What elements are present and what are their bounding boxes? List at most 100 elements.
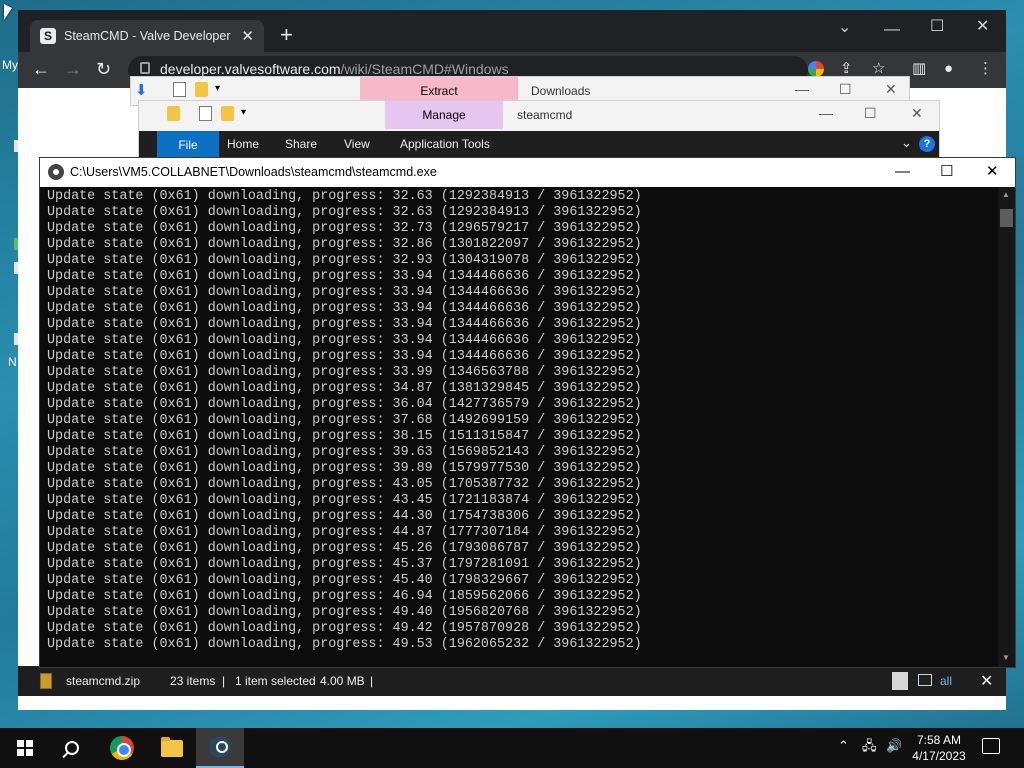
properties-icon[interactable]: [199, 106, 212, 121]
status-separator-2: |: [370, 674, 374, 688]
desktop-icon-label-top[interactable]: My: [2, 58, 18, 72]
forward-arrow-icon[interactable]: →: [64, 60, 82, 78]
lock-icon: [140, 62, 150, 74]
quick-access-folder-icon[interactable]: [167, 106, 180, 121]
details-view-icon[interactable]: [892, 672, 908, 690]
window-title: Downloads: [531, 84, 591, 98]
console-line: Update state (0x61) downloading, progres…: [47, 621, 642, 636]
explorer-statusbar: steamcmd.zip 23 items | 1 item selected …: [18, 666, 1006, 696]
item-count: 23 items: [170, 674, 216, 688]
console-titlebar: C:\Users\VM5.COLLABNET\Downloads\steamcm…: [40, 158, 1015, 187]
console-line: Update state (0x61) downloading, progres…: [47, 605, 642, 620]
console-line: Update state (0x61) downloading, progres…: [47, 509, 642, 524]
maximize-icon[interactable]: ☐: [940, 164, 953, 179]
tab-search-chevron-icon[interactable]: ⌄: [838, 20, 851, 36]
sidebar-icon[interactable]: ▥: [912, 61, 926, 76]
share-icon[interactable]: ⇪: [840, 61, 853, 76]
maximize-icon[interactable]: ☐: [864, 105, 877, 122]
console-output[interactable]: Update state (0x61) downloading, progres…: [47, 189, 997, 667]
search-button[interactable]: [48, 728, 96, 768]
tab-close-icon[interactable]: ✕: [241, 27, 254, 45]
help-icon[interactable]: ?: [919, 136, 935, 152]
window-title: steamcmd: [517, 108, 573, 122]
new-folder-icon[interactable]: [221, 106, 234, 121]
menu-icon[interactable]: ⋮: [978, 61, 993, 76]
back-arrow-icon[interactable]: ←: [32, 60, 50, 78]
volume-icon[interactable]: 🔊: [886, 739, 902, 753]
search-icon: [65, 741, 79, 755]
console-line: Update state (0x61) downloading, progres…: [47, 637, 642, 652]
console-line: Update state (0x61) downloading, progres…: [47, 413, 642, 428]
console-scrollbar[interactable]: ▲ ▼: [998, 187, 1015, 667]
minimize-icon[interactable]: —: [819, 105, 833, 121]
close-window-icon[interactable]: ✕: [986, 164, 999, 179]
close-window-icon[interactable]: ✕: [911, 105, 923, 122]
tab-file[interactable]: File: [157, 131, 219, 159]
console-line: Update state (0x61) downloading, progres…: [47, 317, 642, 332]
console-line: Update state (0x61) downloading, progres…: [47, 333, 642, 348]
tab-view[interactable]: View: [344, 137, 370, 151]
console-line: Update state (0x61) downloading, progres…: [47, 493, 642, 508]
chrome-icon: [110, 736, 134, 760]
file-explorer-app[interactable]: [148, 728, 196, 768]
new-tab-icon[interactable]: +: [280, 24, 293, 46]
console-line: Update state (0x61) downloading, progres…: [47, 461, 642, 476]
profile-icon[interactable]: ●: [944, 61, 953, 76]
scroll-thumb[interactable]: [1000, 209, 1013, 227]
tab-application-tools[interactable]: Application Tools: [400, 137, 490, 151]
folder-icon: [161, 736, 183, 757]
maximize-icon[interactable]: ☐: [839, 81, 852, 98]
ribbon-expand-chevron-icon[interactable]: ⌄: [901, 135, 912, 151]
console-line: Update state (0x61) downloading, progres…: [47, 269, 642, 284]
minimize-icon[interactable]: —: [895, 164, 910, 179]
qat-dropdown-icon[interactable]: ▾: [241, 107, 246, 118]
close-panel-icon[interactable]: ✕: [980, 671, 993, 691]
reload-icon[interactable]: ↻: [96, 60, 111, 78]
console-line: Update state (0x61) downloading, progres…: [47, 445, 642, 460]
zip-file-icon: [40, 673, 52, 689]
tab-home[interactable]: Home: [227, 137, 259, 151]
console-line: Update state (0x61) downloading, progres…: [47, 381, 642, 396]
properties-icon[interactable]: [173, 82, 186, 97]
close-window-icon[interactable]: ✕: [885, 81, 897, 98]
console-line: Update state (0x61) downloading, progres…: [47, 589, 642, 604]
desktop-icon-label-bottom[interactable]: N: [8, 355, 17, 369]
browser-tab[interactable]: S SteamCMD - Valve Developer Co ✕: [30, 20, 264, 52]
tab-title: SteamCMD - Valve Developer Co: [64, 29, 234, 43]
chrome-app[interactable]: [98, 728, 146, 768]
console-line: Update state (0x61) downloading, progres…: [47, 205, 642, 220]
console-line: Update state (0x61) downloading, progres…: [47, 573, 642, 588]
large-icons-view-icon[interactable]: [918, 674, 932, 686]
maximize-icon[interactable]: ☐: [930, 19, 944, 35]
google-icon[interactable]: [808, 61, 824, 77]
steam-app[interactable]: [196, 728, 244, 768]
minimize-icon[interactable]: —: [795, 81, 809, 97]
close-window-icon[interactable]: ✕: [976, 19, 989, 35]
new-folder-icon[interactable]: [195, 82, 208, 97]
tab-share[interactable]: Share: [285, 137, 317, 151]
steam-icon: [209, 736, 231, 758]
explorer-window-steamcmd: ▾ Manage steamcmd — ☐ ✕ File Home Share …: [138, 100, 940, 160]
minimize-icon[interactable]: —: [884, 22, 900, 38]
url-path: /wiki/SteamCMD#Windows: [340, 61, 509, 77]
status-separator: |: [222, 674, 226, 688]
console-line: Update state (0x61) downloading, progres…: [47, 429, 642, 444]
windows-logo-pane: [17, 749, 24, 756]
start-button[interactable]: [17, 740, 33, 756]
console-line: Update state (0x61) downloading, progres…: [47, 285, 642, 300]
console-line: Update state (0x61) downloading, progres…: [47, 189, 642, 204]
show-hidden-icons-chevron-icon[interactable]: ⌃: [838, 739, 849, 753]
steamcmd-console-window: C:\Users\VM5.COLLABNET\Downloads\steamcm…: [39, 157, 1016, 668]
chrome-titlebar: S SteamCMD - Valve Developer Co ✕ + ⌄ — …: [18, 10, 1006, 52]
ribbon-context-manage[interactable]: Manage: [385, 101, 503, 129]
notification-center-icon[interactable]: [982, 738, 1000, 754]
partial-text: all: [940, 674, 953, 688]
console-line: Update state (0x61) downloading, progres…: [47, 221, 642, 236]
star-icon[interactable]: ☆: [872, 61, 885, 76]
scroll-down-icon[interactable]: ▼: [1002, 653, 1010, 662]
network-icon[interactable]: 🖧: [862, 739, 877, 753]
system-clock[interactable]: 7:58 AM 4/17/2023: [906, 732, 972, 764]
selected-file-name[interactable]: steamcmd.zip: [66, 674, 140, 688]
qat-dropdown-icon[interactable]: ▾: [215, 83, 220, 94]
scroll-up-icon[interactable]: ▲: [1002, 190, 1010, 199]
